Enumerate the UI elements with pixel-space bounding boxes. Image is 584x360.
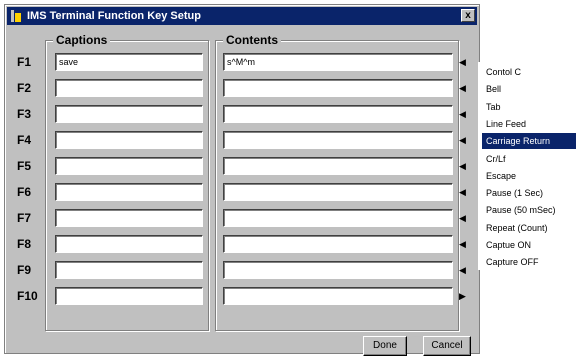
fkey-label: F4	[17, 133, 32, 147]
caption-input[interactable]	[55, 79, 203, 97]
menu-item[interactable]: Carriage Return	[482, 133, 576, 150]
menu-item[interactable]: Cr/Lf	[486, 151, 576, 167]
menu-item[interactable]: Contol C	[486, 64, 576, 80]
fkey-label: F3	[17, 107, 32, 121]
content-input[interactable]	[223, 287, 453, 305]
insert-menu-arrow-icon[interactable]: ◀	[459, 187, 469, 197]
setup-window: IMS Terminal Function Key Setup x Captio…	[4, 4, 480, 356]
caption-input[interactable]: save	[55, 53, 203, 71]
caption-input[interactable]	[55, 287, 203, 305]
fkey-label: F8	[17, 237, 32, 251]
insert-menu-arrow-icon[interactable]: ◀	[459, 135, 469, 145]
caption-input[interactable]	[55, 261, 203, 279]
insert-menu-arrow-icon[interactable]: ◀	[459, 109, 469, 119]
fkey-label: F5	[17, 159, 32, 173]
caption-input[interactable]	[55, 183, 203, 201]
fkey-label: F2	[17, 81, 32, 95]
window-title: IMS Terminal Function Key Setup	[27, 10, 201, 22]
captions-header: Captions	[53, 33, 111, 47]
close-button[interactable]: x	[461, 9, 475, 22]
insert-menu-arrow-icon[interactable]: ▶	[459, 291, 469, 301]
fkey-label: F6	[17, 185, 32, 199]
content-input[interactable]	[223, 131, 453, 149]
content-input[interactable]: s^M^m	[223, 53, 453, 71]
content-input[interactable]	[223, 235, 453, 253]
menu-item[interactable]: Pause (1 Sec)	[486, 185, 576, 201]
insert-menu-arrow-icon[interactable]: ◀	[459, 161, 469, 171]
fkey-label: F7	[17, 211, 32, 225]
done-button[interactable]: Done	[363, 336, 407, 356]
content-input[interactable]	[223, 261, 453, 279]
content-input[interactable]	[223, 105, 453, 123]
app-icon	[11, 10, 21, 22]
caption-input[interactable]	[55, 105, 203, 123]
content-input[interactable]	[223, 79, 453, 97]
menu-item[interactable]: Tab	[486, 99, 576, 115]
caption-input[interactable]	[55, 209, 203, 227]
fkey-label: F10	[17, 289, 38, 303]
insert-menu-arrow-icon[interactable]: ◀	[459, 265, 469, 275]
menu-item[interactable]: Repeat (Count)	[486, 220, 576, 236]
insert-menu-arrow-icon[interactable]: ◀	[459, 57, 469, 67]
contents-header: Contents	[223, 33, 281, 47]
insert-menu-arrow-icon[interactable]: ◀	[459, 239, 469, 249]
caption-input[interactable]	[55, 235, 203, 253]
fkey-label: F1	[17, 55, 32, 69]
fkey-label: F9	[17, 263, 32, 277]
menu-item[interactable]: Escape	[486, 168, 576, 184]
caption-input[interactable]	[55, 131, 203, 149]
menu-item[interactable]: Bell	[486, 81, 576, 97]
content-input[interactable]	[223, 157, 453, 175]
title-bar[interactable]: IMS Terminal Function Key Setup x	[7, 7, 477, 25]
caption-input[interactable]	[55, 157, 203, 175]
insert-menu-arrow-icon[interactable]: ◀	[459, 213, 469, 223]
menu-item[interactable]: Capture OFF	[486, 254, 576, 270]
content-input[interactable]	[223, 209, 453, 227]
menu-item[interactable]: Captue ON	[486, 237, 576, 253]
insert-menu: Contol C Bell Tab Line Feed Carriage Return C…	[478, 62, 576, 270]
content-input[interactable]	[223, 183, 453, 201]
cancel-button[interactable]: Cancel	[423, 336, 471, 356]
menu-item[interactable]: Line Feed	[486, 116, 576, 132]
menu-item[interactable]: Pause (50 mSec)	[486, 202, 576, 218]
insert-menu-arrow-icon[interactable]: ◀	[459, 83, 469, 93]
